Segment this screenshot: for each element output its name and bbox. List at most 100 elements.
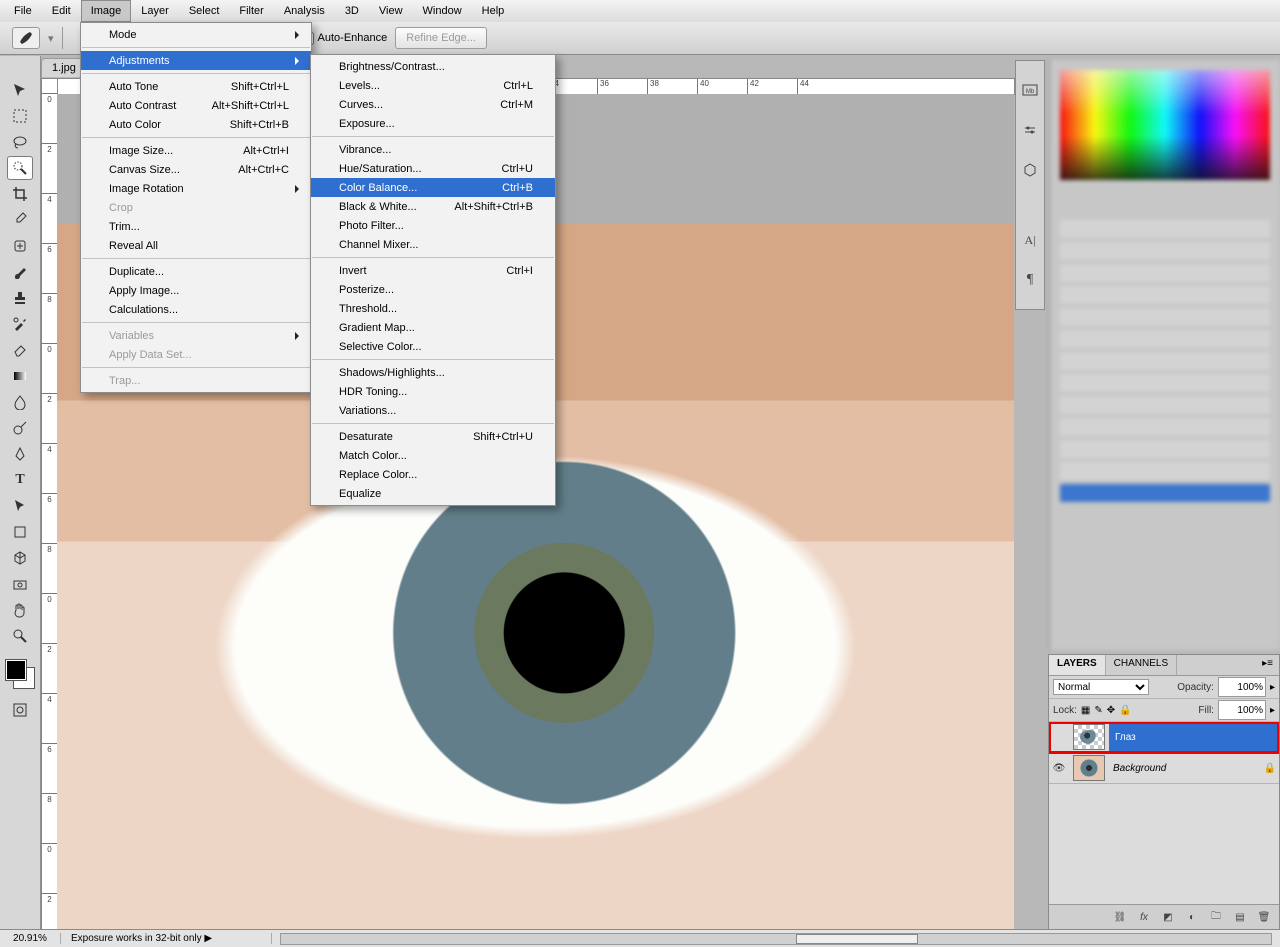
menu-help[interactable]: Help <box>472 0 515 22</box>
crop-tool-icon[interactable] <box>7 182 33 206</box>
layer-name[interactable]: Background <box>1109 763 1261 774</box>
zoom-level[interactable]: 20.91% <box>0 933 61 944</box>
layer-row[interactable]: 👁Background🔒 <box>1049 753 1279 784</box>
quick-mask-icon[interactable] <box>7 698 33 722</box>
menuitem-threshold[interactable]: Threshold... <box>311 299 555 318</box>
blend-mode-select[interactable]: Normal <box>1053 679 1149 695</box>
lock-position-icon[interactable]: ✥ <box>1107 705 1115 716</box>
menuitem-reveal-all[interactable]: Reveal All <box>81 236 311 255</box>
chevron-down-icon[interactable]: ▸ <box>1270 705 1275 716</box>
menuitem-replace-color[interactable]: Replace Color... <box>311 465 555 484</box>
dodge-tool-icon[interactable] <box>7 416 33 440</box>
menuitem-exposure[interactable]: Exposure... <box>311 114 555 133</box>
menuitem-desaturate[interactable]: DesaturateShift+Ctrl+U <box>311 427 555 446</box>
layer-thumbnail[interactable] <box>1073 755 1105 781</box>
menuitem-hdr-toning[interactable]: HDR Toning... <box>311 382 555 401</box>
menu-image[interactable]: Image <box>81 0 132 22</box>
stamp-tool-icon[interactable] <box>7 286 33 310</box>
menuitem-auto-color[interactable]: Auto ColorShift+Ctrl+B <box>81 115 311 134</box>
menuitem-channel-mixer[interactable]: Channel Mixer... <box>311 235 555 254</box>
menuitem-duplicate[interactable]: Duplicate... <box>81 262 311 281</box>
opacity-input[interactable] <box>1218 677 1266 697</box>
camera-tool-icon[interactable] <box>7 572 33 596</box>
layer-thumbnail[interactable] <box>1073 724 1105 750</box>
marquee-tool-icon[interactable] <box>7 104 33 128</box>
pen-tool-icon[interactable] <box>7 442 33 466</box>
eraser-tool-icon[interactable] <box>7 338 33 362</box>
menuitem-gradient-map[interactable]: Gradient Map... <box>311 318 555 337</box>
menuitem-calculations[interactable]: Calculations... <box>81 300 311 319</box>
menuitem-equalize[interactable]: Equalize <box>311 484 555 503</box>
horizontal-scrollbar[interactable] <box>280 933 1272 945</box>
menuitem-invert[interactable]: InvertCtrl+I <box>311 261 555 280</box>
mini-bridge-icon[interactable]: Mb <box>1021 81 1039 99</box>
menuitem-match-color[interactable]: Match Color... <box>311 446 555 465</box>
menuitem-auto-contrast[interactable]: Auto ContrastAlt+Shift+Ctrl+L <box>81 96 311 115</box>
menuitem-black-white[interactable]: Black & White...Alt+Shift+Ctrl+B <box>311 197 555 216</box>
menu-3d[interactable]: 3D <box>335 0 369 22</box>
link-layers-icon[interactable]: ⛓ <box>1111 909 1129 925</box>
menuitem-auto-tone[interactable]: Auto ToneShift+Ctrl+L <box>81 77 311 96</box>
blur-tool-icon[interactable] <box>7 390 33 414</box>
path-selection-tool-icon[interactable] <box>7 494 33 518</box>
menuitem-photo-filter[interactable]: Photo Filter... <box>311 216 555 235</box>
menuitem-brightness-contrast[interactable]: Brightness/Contrast... <box>311 57 555 76</box>
menuitem-adjustments[interactable]: Adjustments <box>81 51 311 70</box>
new-layer-icon[interactable]: ▤ <box>1231 909 1249 925</box>
quick-selection-tool-icon[interactable] <box>7 156 33 180</box>
menuitem-posterize[interactable]: Posterize... <box>311 280 555 299</box>
menu-edit[interactable]: Edit <box>42 0 81 22</box>
type-tool-icon[interactable]: T <box>7 468 33 492</box>
menuitem-canvas-size[interactable]: Canvas Size...Alt+Ctrl+C <box>81 160 311 179</box>
menu-view[interactable]: View <box>369 0 413 22</box>
layer-row[interactable]: Глаз <box>1049 722 1279 753</box>
menuitem-mode[interactable]: Mode <box>81 25 311 44</box>
fill-input[interactable] <box>1218 700 1266 720</box>
panel-menu-icon[interactable]: ▸≡ <box>1256 655 1279 675</box>
delete-layer-icon[interactable]: 🗑 <box>1255 909 1273 925</box>
channels-tab[interactable]: CHANNELS <box>1106 655 1177 675</box>
menuitem-apply-image[interactable]: Apply Image... <box>81 281 311 300</box>
lasso-tool-icon[interactable] <box>7 130 33 154</box>
history-brush-tool-icon[interactable] <box>7 312 33 336</box>
brush-tool-icon[interactable] <box>7 260 33 284</box>
menuitem-hue-saturation[interactable]: Hue/Saturation...Ctrl+U <box>311 159 555 178</box>
menuitem-levels[interactable]: Levels...Ctrl+L <box>311 76 555 95</box>
visibility-icon[interactable]: 👁 <box>1049 763 1069 774</box>
menu-filter[interactable]: Filter <box>229 0 273 22</box>
gradient-tool-icon[interactable] <box>7 364 33 388</box>
auto-enhance-checkbox[interactable]: Auto-Enhance <box>301 32 388 45</box>
paragraph-panel-icon[interactable]: ¶ <box>1021 271 1039 289</box>
menuitem-image-size[interactable]: Image Size...Alt+Ctrl+I <box>81 141 311 160</box>
color-swatches[interactable] <box>6 660 34 688</box>
menu-file[interactable]: File <box>4 0 42 22</box>
styles-panel-icon[interactable] <box>1021 161 1039 179</box>
shape-tool-icon[interactable] <box>7 520 33 544</box>
layer-mask-icon[interactable]: ◩ <box>1159 909 1177 925</box>
menuitem-color-balance[interactable]: Color Balance...Ctrl+B <box>311 178 555 197</box>
chevron-right-icon[interactable]: ▶ <box>204 933 212 944</box>
move-tool-icon[interactable] <box>7 78 33 102</box>
menuitem-selective-color[interactable]: Selective Color... <box>311 337 555 356</box>
character-panel-icon[interactable]: A| <box>1021 231 1039 249</box>
layer-group-icon[interactable]: 🗀 <box>1207 909 1225 925</box>
menuitem-curves[interactable]: Curves...Ctrl+M <box>311 95 555 114</box>
lock-pixels-icon[interactable]: ✎ <box>1094 705 1102 716</box>
menu-layer[interactable]: Layer <box>131 0 179 22</box>
menu-analysis[interactable]: Analysis <box>274 0 335 22</box>
layer-style-icon[interactable]: fx <box>1135 909 1153 925</box>
healing-brush-tool-icon[interactable] <box>7 234 33 258</box>
adjustments-panel-icon[interactable] <box>1021 121 1039 139</box>
hand-tool-icon[interactable] <box>7 598 33 622</box>
layers-tab[interactable]: LAYERS <box>1049 655 1106 675</box>
menu-select[interactable]: Select <box>179 0 230 22</box>
chevron-down-icon[interactable]: ▸ <box>1270 682 1275 693</box>
menuitem-shadows-highlights[interactable]: Shadows/Highlights... <box>311 363 555 382</box>
menuitem-variations[interactable]: Variations... <box>311 401 555 420</box>
3d-tool-icon[interactable] <box>7 546 33 570</box>
adjustment-layer-icon[interactable]: ◐ <box>1183 909 1201 925</box>
menuitem-trim[interactable]: Trim... <box>81 217 311 236</box>
zoom-tool-icon[interactable] <box>7 624 33 648</box>
lock-transparency-icon[interactable]: ▦ <box>1081 705 1090 716</box>
menu-window[interactable]: Window <box>413 0 472 22</box>
